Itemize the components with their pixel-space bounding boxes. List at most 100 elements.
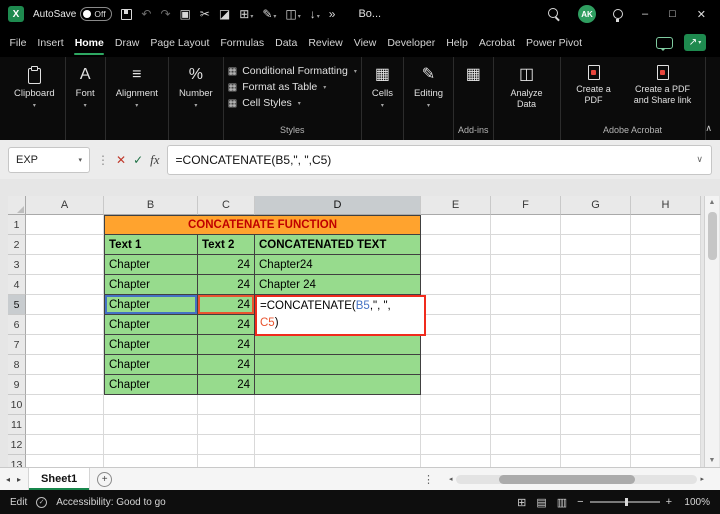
tab-developer[interactable]: Developer bbox=[382, 28, 441, 57]
borders-icon[interactable]: ⊞▾ bbox=[239, 8, 253, 20]
scroll-left-icon[interactable]: ◂ bbox=[449, 475, 453, 483]
account-avatar[interactable]: AK bbox=[578, 5, 596, 23]
cell-f5[interactable] bbox=[491, 295, 561, 315]
cell-g4[interactable] bbox=[561, 275, 631, 295]
tab-draw[interactable]: Draw bbox=[109, 28, 145, 57]
cell-g3[interactable] bbox=[561, 255, 631, 275]
formula-bar-handle[interactable]: ⋮ bbox=[97, 153, 109, 167]
cell-g12[interactable] bbox=[561, 435, 631, 455]
row-header-8[interactable]: 8 bbox=[8, 355, 26, 375]
cell-c3[interactable]: 24 bbox=[198, 255, 255, 275]
cell-a4[interactable] bbox=[26, 275, 104, 295]
row-header-13[interactable]: 13 bbox=[8, 455, 26, 467]
tab-review[interactable]: Review bbox=[303, 28, 348, 57]
cell-e2[interactable] bbox=[421, 235, 491, 255]
cell-h5[interactable] bbox=[631, 295, 701, 315]
sheet-tab-sheet1[interactable]: Sheet1 bbox=[28, 468, 90, 490]
cell-h7[interactable] bbox=[631, 335, 701, 355]
cell-c2[interactable]: Text 2 bbox=[198, 235, 255, 255]
cell-c8[interactable]: 24 bbox=[198, 355, 255, 375]
cell-e9[interactable] bbox=[421, 375, 491, 395]
cell-h9[interactable] bbox=[631, 375, 701, 395]
ribbon-button-clipboard[interactable]: Clipboard▾ bbox=[8, 63, 61, 111]
autosave-toggle[interactable]: Off bbox=[80, 7, 112, 21]
tab-formulas[interactable]: Formulas bbox=[215, 28, 270, 57]
cell-g1[interactable] bbox=[561, 215, 631, 235]
cell-g11[interactable] bbox=[561, 415, 631, 435]
row-header-12[interactable]: 12 bbox=[8, 435, 26, 455]
cell-f13[interactable] bbox=[491, 455, 561, 467]
name-box[interactable]: EXP ▾ bbox=[8, 147, 90, 173]
cancel-entry-button[interactable]: ✕ bbox=[116, 154, 126, 166]
column-header-a[interactable]: A bbox=[26, 196, 104, 215]
cell-edit-formula-box[interactable]: =CONCATENATE(B5,", ",C5) bbox=[255, 295, 426, 336]
ribbon-button-format-as-table[interactable]: ▦Format as Table▾ bbox=[228, 81, 327, 93]
cell-a6[interactable] bbox=[26, 315, 104, 335]
cell-c9[interactable]: 24 bbox=[198, 375, 255, 395]
zoom-slider-thumb[interactable] bbox=[625, 498, 628, 506]
undo-icon[interactable]: ↶ bbox=[141, 8, 151, 20]
cell-b8[interactable]: Chapter bbox=[104, 355, 198, 375]
row-header-1[interactable]: 1 bbox=[8, 215, 26, 235]
tab-insert[interactable]: Insert bbox=[32, 28, 69, 57]
column-header-c[interactable]: C bbox=[198, 196, 255, 215]
cell-f1[interactable] bbox=[491, 215, 561, 235]
ribbon-button-cell-styles[interactable]: ▦Cell Styles▾ bbox=[228, 97, 301, 109]
cell-b2[interactable]: Text 1 bbox=[104, 235, 198, 255]
enter-entry-button[interactable]: ✓ bbox=[133, 154, 143, 166]
cell-c7[interactable]: 24 bbox=[198, 335, 255, 355]
row-header-7[interactable]: 7 bbox=[8, 335, 26, 355]
cell-a10[interactable] bbox=[26, 395, 104, 415]
cell-f8[interactable] bbox=[491, 355, 561, 375]
cell-g10[interactable] bbox=[561, 395, 631, 415]
row-header-3[interactable]: 3 bbox=[8, 255, 26, 275]
row-header-10[interactable]: 10 bbox=[8, 395, 26, 415]
cell-f6[interactable] bbox=[491, 315, 561, 335]
image-icon[interactable]: ◪ bbox=[219, 8, 230, 20]
cell-h3[interactable] bbox=[631, 255, 701, 275]
redo-icon[interactable]: ↷ bbox=[160, 8, 170, 20]
cell-c13[interactable] bbox=[198, 455, 255, 467]
cell-g13[interactable] bbox=[561, 455, 631, 467]
expand-formula-bar-icon[interactable]: ∨ bbox=[696, 154, 703, 165]
cell-b7[interactable]: Chapter bbox=[104, 335, 198, 355]
cell-e11[interactable] bbox=[421, 415, 491, 435]
column-header-e[interactable]: E bbox=[421, 196, 491, 215]
ribbon-button-number[interactable]: %Number▾ bbox=[173, 63, 219, 111]
search-icon[interactable] bbox=[548, 8, 561, 21]
cell-g7[interactable] bbox=[561, 335, 631, 355]
row-header-2[interactable]: 2 bbox=[8, 235, 26, 255]
cell-b10[interactable] bbox=[104, 395, 198, 415]
insert-function-button[interactable]: fx bbox=[150, 153, 159, 166]
cell-d11[interactable] bbox=[255, 415, 421, 435]
horizontal-scrollbar[interactable]: ◂ ▸ bbox=[449, 475, 704, 484]
scroll-right-icon[interactable]: ▸ bbox=[700, 475, 704, 483]
zoom-slider[interactable] bbox=[590, 501, 660, 503]
share-button[interactable]: ↗▾ bbox=[684, 34, 706, 51]
cell-d4[interactable]: Chapter 24 bbox=[255, 275, 421, 295]
horizontal-scrollbar-track[interactable] bbox=[456, 475, 698, 484]
lightbulb-icon[interactable] bbox=[613, 9, 623, 19]
tab-power-pivot[interactable]: Power Pivot bbox=[521, 28, 588, 57]
cell-d10[interactable] bbox=[255, 395, 421, 415]
cell-h1[interactable] bbox=[631, 215, 701, 235]
cell-e12[interactable] bbox=[421, 435, 491, 455]
tab-options-icon[interactable]: ⋮ bbox=[423, 473, 434, 486]
cell-a5[interactable] bbox=[26, 295, 104, 315]
cell-a2[interactable] bbox=[26, 235, 104, 255]
cell-a1[interactable] bbox=[26, 215, 104, 235]
cell-b12[interactable] bbox=[104, 435, 198, 455]
normal-view-icon[interactable]: ⊞ bbox=[517, 496, 526, 509]
tab-page-layout[interactable]: Page Layout bbox=[145, 28, 215, 57]
cell-e8[interactable] bbox=[421, 355, 491, 375]
cell-g8[interactable] bbox=[561, 355, 631, 375]
cell-e1[interactable] bbox=[421, 215, 491, 235]
cell-f7[interactable] bbox=[491, 335, 561, 355]
ribbon-button-alignment[interactable]: ≡Alignment▾ bbox=[110, 63, 164, 111]
tab-view[interactable]: View bbox=[348, 28, 382, 57]
page-break-view-icon[interactable]: ▥ bbox=[557, 496, 567, 509]
ribbon-button-create-a-pdf[interactable]: Create a PDF bbox=[565, 63, 623, 108]
comments-icon[interactable] bbox=[656, 37, 673, 49]
minimize-button[interactable]: – bbox=[640, 8, 650, 20]
column-header-b[interactable]: B bbox=[104, 196, 198, 215]
